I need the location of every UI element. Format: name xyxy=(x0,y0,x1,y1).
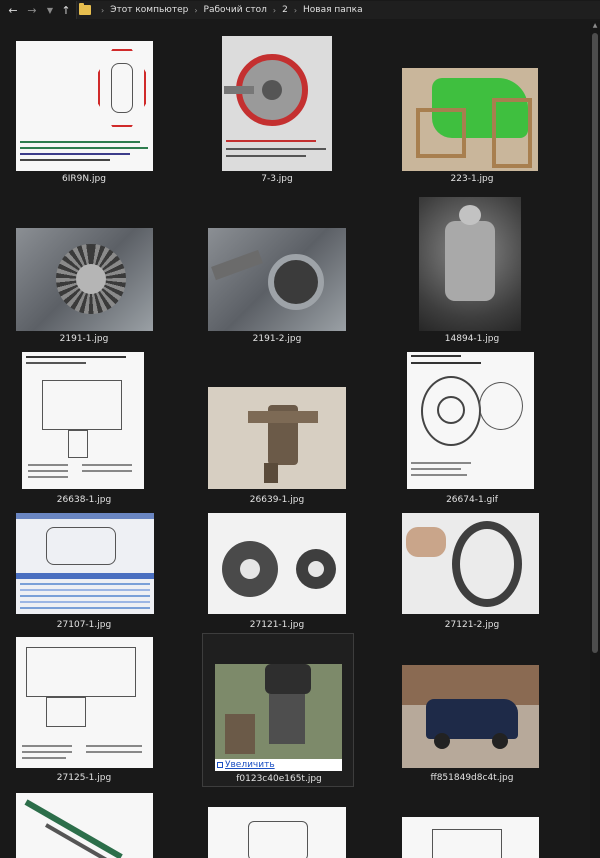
arrow-left-icon: ← xyxy=(8,3,18,17)
breadcrumb-separator-icon: › xyxy=(272,5,277,15)
file-thumbnail xyxy=(16,637,153,768)
file-thumbnail xyxy=(402,513,539,614)
file-tile[interactable]: 7-3.jpg xyxy=(196,36,348,191)
file-name: 27121-2.jpg xyxy=(444,620,500,630)
file-name: 26638-1.jpg xyxy=(56,495,112,505)
file-tile-selected[interactable]: Увеличить f0123c40e165t.jpg xyxy=(202,633,354,787)
magnifier-icon xyxy=(217,762,223,768)
file-thumbnail xyxy=(208,228,346,331)
recent-locations-button[interactable]: ▼ xyxy=(44,0,56,20)
forward-button[interactable]: → xyxy=(24,0,40,20)
file-tile[interactable] xyxy=(196,791,348,858)
file-name: 27125-1.jpg xyxy=(56,773,112,783)
file-name: 6IR9N.jpg xyxy=(62,174,106,184)
file-tile[interactable]: 6IR9N.jpg xyxy=(0,36,153,191)
zoom-link-label: Увеличить xyxy=(225,760,275,770)
folder-icon xyxy=(79,3,91,15)
file-tile[interactable]: 14894-1.jpg xyxy=(392,197,544,352)
file-thumbnail xyxy=(208,387,346,489)
address-bar[interactable]: › Этот компьютер › Рабочий стол › 2 › Но… xyxy=(76,1,600,19)
file-name: 7-3.jpg xyxy=(261,174,293,184)
breadcrumb-item[interactable]: Новая папка xyxy=(303,5,363,15)
breadcrumb-item[interactable]: Этот компьютер xyxy=(110,5,188,15)
file-tile[interactable]: 26638-1.jpg xyxy=(0,352,152,507)
breadcrumb-separator-icon: › xyxy=(101,5,105,15)
file-thumbnail xyxy=(16,41,153,171)
vertical-scrollbar[interactable]: ▲ xyxy=(590,21,600,858)
file-thumbnail xyxy=(208,807,346,858)
scrollbar-thumb[interactable] xyxy=(592,33,598,653)
file-thumbnail xyxy=(402,68,538,171)
file-thumbnail xyxy=(402,817,539,858)
file-thumbnail xyxy=(222,36,332,171)
file-tile[interactable]: 223-1.jpg xyxy=(392,36,544,191)
breadcrumb-separator-icon: › xyxy=(194,5,198,15)
file-thumbnail xyxy=(16,228,153,331)
file-tile[interactable]: 2191-1.jpg xyxy=(0,197,153,352)
chevron-down-icon: ▼ xyxy=(46,5,54,15)
file-tile[interactable]: 26674-1.gif xyxy=(392,352,544,507)
file-name: 26674-1.gif xyxy=(446,495,498,505)
file-name: 2191-1.jpg xyxy=(59,334,109,344)
breadcrumb-item[interactable]: Рабочий стол xyxy=(204,5,267,15)
file-name: ff851849d8c4t.jpg xyxy=(430,773,514,783)
file-tile[interactable] xyxy=(392,791,544,858)
up-button[interactable]: ↑ xyxy=(58,0,74,20)
file-tile[interactable]: ff851849d8c4t.jpg xyxy=(392,633,544,788)
file-thumbnail xyxy=(16,793,153,858)
file-name: f0123c40e165t.jpg xyxy=(236,774,322,784)
file-thumbnail xyxy=(208,513,346,614)
zoom-link[interactable]: Увеличить xyxy=(215,759,342,771)
scroll-up-icon[interactable]: ▲ xyxy=(590,21,600,31)
back-button[interactable]: ← xyxy=(5,0,21,20)
file-name: 27121-1.jpg xyxy=(249,620,305,630)
file-tile[interactable]: 2191-2.jpg xyxy=(196,197,348,352)
file-name: 14894-1.jpg xyxy=(444,334,500,344)
file-thumbnail xyxy=(419,197,521,331)
file-thumbnail: Увеличить xyxy=(215,664,342,771)
file-name: 27107-1.jpg xyxy=(56,620,112,630)
arrow-up-icon: ↑ xyxy=(61,3,71,17)
file-tile[interactable]: 27125-1.jpg xyxy=(0,633,153,788)
file-thumbnail xyxy=(402,665,539,768)
file-thumbnail xyxy=(22,352,144,489)
navigation-bar: ← → ▼ ↑ › Этот компьютер › Рабочий стол … xyxy=(0,0,600,20)
file-thumbnail xyxy=(16,513,154,614)
breadcrumb-item[interactable]: 2 xyxy=(282,5,288,15)
breadcrumb-separator-icon: › xyxy=(293,5,298,15)
file-name: 223-1.jpg xyxy=(450,174,494,184)
file-name: 2191-2.jpg xyxy=(252,334,302,344)
file-tile[interactable] xyxy=(0,791,153,858)
file-thumbnail xyxy=(407,352,534,489)
file-name: 26639-1.jpg xyxy=(249,495,305,505)
file-tile[interactable]: 26639-1.jpg xyxy=(196,352,348,507)
file-grid: 6IR9N.jpg 7-3.jpg 223-1.jpg 2191-1.jpg 2… xyxy=(0,21,588,858)
arrow-right-icon: → xyxy=(27,3,37,17)
